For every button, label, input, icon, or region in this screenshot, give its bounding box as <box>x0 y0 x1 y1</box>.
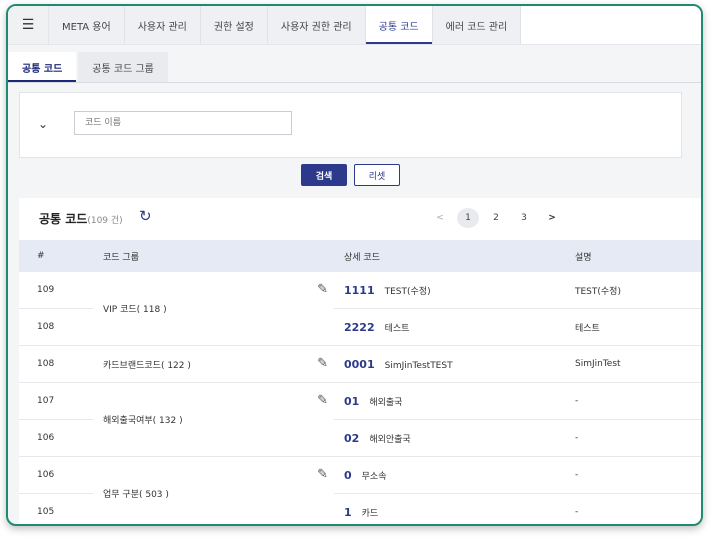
edit-pencil-icon[interactable]: ✎ <box>317 356 328 371</box>
detail-code-name: 카드 <box>361 508 379 519</box>
row-number: 106 <box>19 419 93 457</box>
row-detail-code: 0 무소속 <box>334 456 575 494</box>
row-description: - <box>575 456 701 494</box>
top-tab-bar: ☰ META 용어 사용자 관리 권한 설정 사용자 권한 관리 공통 코드 에… <box>8 6 701 45</box>
next-page-button[interactable]: > <box>541 208 563 228</box>
row-description: - <box>575 419 701 457</box>
row-detail-code: 1111 TEST(수정) <box>334 272 575 309</box>
detail-code-name: 해외출국 <box>369 397 403 408</box>
header-detail-code: 상세 코드 <box>334 240 575 272</box>
row-description: TEST(수정) <box>575 272 701 309</box>
sub-tab-bar: 공통 코드 공통 코드 그룹 <box>8 52 701 83</box>
edit-pencil-icon[interactable]: ✎ <box>317 467 328 482</box>
header-description: 설명 <box>575 240 701 272</box>
row-description: SimJinTest <box>575 345 701 383</box>
detail-code-link[interactable]: 01 <box>344 395 359 408</box>
code-list-card: 공통 코드(109 건) ↻ < 1 2 3 > # 코드 그룹 상세 코드 설… <box>19 198 701 524</box>
row-number: 105 <box>19 493 93 524</box>
table-row[interactable]: 108 카드브랜드코드( 122 ) ✎ 0001 SimJinTestTEST S… <box>19 345 701 383</box>
row-code-group: 업무 구분( 503 ) ✎ <box>93 456 334 524</box>
detail-code-link[interactable]: 1 <box>344 506 352 519</box>
tab-error-code-management[interactable]: 에러 코드 관리 <box>432 6 522 44</box>
row-number: 108 <box>19 345 93 383</box>
edit-pencil-icon[interactable]: ✎ <box>317 282 328 297</box>
list-title-text: 공통 코드 <box>39 212 88 226</box>
subtab-common-code-group[interactable]: 공통 코드 그룹 <box>78 52 168 82</box>
code-name-input[interactable] <box>74 111 292 135</box>
code-group-label: 업무 구분( 503 ) <box>103 490 169 500</box>
list-title: 공통 코드(109 건) <box>39 210 123 227</box>
row-number: 109 <box>19 272 93 309</box>
detail-code-link[interactable]: 2222 <box>344 321 375 334</box>
code-group-label: 해외출국여부( 132 ) <box>103 416 183 426</box>
table-header-row: # 코드 그룹 상세 코드 설명 <box>19 240 701 272</box>
list-count: (109 건) <box>87 216 123 226</box>
page-1-button[interactable]: 1 <box>457 208 479 228</box>
detail-code-name: SimJinTestTEST <box>384 360 453 371</box>
row-detail-code: 02 해외안출국 <box>334 419 575 457</box>
tab-common-code[interactable]: 공통 코드 <box>365 6 433 44</box>
page-3-button[interactable]: 3 <box>513 208 535 228</box>
detail-code-name: 무소속 <box>361 471 387 482</box>
detail-code-name: TEST(수정) <box>384 286 431 297</box>
collapse-toggle-icon[interactable]: ⌄ <box>38 117 48 131</box>
menu-toggle-icon[interactable]: ☰ <box>8 6 49 44</box>
row-detail-code: 1 카드 <box>334 493 575 524</box>
table-row[interactable]: 109 VIP 코드( 118 ) ✎ 1111 TEST(수정) TEST(수정) <box>19 272 701 346</box>
search-button[interactable]: 검색 <box>301 164 347 186</box>
row-code-group: VIP 코드( 118 ) ✎ <box>93 272 334 346</box>
detail-code-link[interactable]: 02 <box>344 432 359 445</box>
edit-pencil-icon[interactable]: ✎ <box>317 393 328 408</box>
row-number: 108 <box>19 308 93 346</box>
detail-code-link[interactable]: 0 <box>344 469 352 482</box>
row-number: 107 <box>19 382 93 420</box>
code-table: # 코드 그룹 상세 코드 설명 109 VIP 코드( 118 ) ✎ 1111… <box>19 240 701 524</box>
header-number: # <box>19 240 93 272</box>
reset-button[interactable]: 리셋 <box>354 164 400 186</box>
tab-user-permission-management[interactable]: 사용자 권한 관리 <box>267 6 366 44</box>
row-code-group: 해외출국여부( 132 ) ✎ <box>93 382 334 457</box>
row-detail-code: 01 해외출국 <box>334 382 575 420</box>
prev-page-button[interactable]: < <box>429 208 451 228</box>
subtab-common-code[interactable]: 공통 코드 <box>8 52 77 82</box>
code-group-label: 카드브랜드코드( 122 ) <box>103 360 191 371</box>
tab-user-management[interactable]: 사용자 관리 <box>124 6 201 44</box>
detail-code-name: 테스트 <box>384 323 410 334</box>
tab-permission-settings[interactable]: 권한 설정 <box>200 6 268 44</box>
page-2-button[interactable]: 2 <box>485 208 507 228</box>
row-detail-code: 2222 테스트 <box>334 308 575 346</box>
row-description: - <box>575 493 701 524</box>
row-description: - <box>575 382 701 420</box>
code-group-label: VIP 코드( 118 ) <box>103 305 167 315</box>
tab-meta-terms[interactable]: META 용어 <box>49 6 125 44</box>
filter-panel: ⌄ <box>19 92 682 158</box>
row-number: 106 <box>19 456 93 494</box>
row-description: 테스트 <box>575 308 701 346</box>
table-row[interactable]: 107 해외출국여부( 132 ) ✎ 01 해외출국 - <box>19 382 701 457</box>
detail-code-link[interactable]: 1111 <box>344 284 375 297</box>
refresh-icon[interactable]: ↻ <box>139 207 152 225</box>
row-detail-code: 0001 SimJinTestTEST <box>334 345 575 383</box>
detail-code-link[interactable]: 0001 <box>344 358 375 371</box>
table-row[interactable]: 106 업무 구분( 503 ) ✎ 0 무소속 - <box>19 456 701 524</box>
pagination: < 1 2 3 > <box>429 208 569 228</box>
detail-code-name: 해외안출국 <box>369 434 411 445</box>
row-code-group: 카드브랜드코드( 122 ) ✎ <box>93 345 334 383</box>
app-frame: ☰ META 용어 사용자 관리 권한 설정 사용자 권한 관리 공통 코드 에… <box>6 4 703 526</box>
header-code-group: 코드 그룹 <box>93 240 334 272</box>
